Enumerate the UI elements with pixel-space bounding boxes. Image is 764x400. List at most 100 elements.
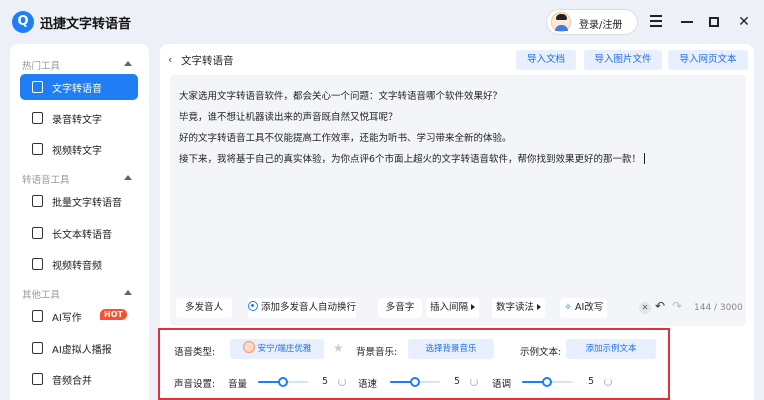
batch-icon bbox=[32, 195, 43, 207]
sidebar-item-label: AI写作 bbox=[52, 313, 82, 324]
editor-line: 好的文字转语音工具不仅能提高工作效率，还能为听书、学习带来全新的体验。 bbox=[179, 133, 512, 144]
ai-rewrite-label: AI改写 bbox=[575, 302, 604, 313]
auto-newline-label: 添加多发音人自动换行 bbox=[261, 302, 357, 313]
speed-slider[interactable] bbox=[390, 377, 440, 387]
video-icon bbox=[32, 143, 43, 155]
sidebar-item-label: 批量文字转语音 bbox=[52, 198, 122, 209]
bgm-select-button[interactable]: 选择背景音乐 bbox=[408, 339, 494, 359]
close-icon[interactable]: ✕ bbox=[734, 12, 754, 32]
collapse-caret-icon[interactable] bbox=[124, 290, 132, 295]
add-sample-text-button[interactable]: 添加示例文本 bbox=[566, 339, 656, 359]
bgm-label: 背景音乐: bbox=[356, 347, 398, 358]
sidebar-item-label: 录音转文字 bbox=[52, 115, 102, 126]
radio-selected-icon bbox=[248, 301, 258, 311]
ai-rewrite-button[interactable]: ✧ AI改写 bbox=[560, 298, 608, 318]
editor-line-last: 接下来，我将基于自己的真实体验，为你点评6个市面上超火的文字转语音软件，帮你找到… bbox=[179, 151, 646, 165]
collapse-caret-icon[interactable] bbox=[124, 61, 132, 66]
collapse-caret-icon[interactable] bbox=[124, 175, 132, 180]
sidebar-item-audio-merge[interactable]: 音频合并 bbox=[20, 366, 138, 392]
section-title-other-tools: 其他工具 bbox=[22, 290, 61, 301]
volume-slider[interactable] bbox=[258, 377, 308, 387]
speed-slider-knob[interactable] bbox=[410, 377, 420, 387]
sidebar: 热门工具 文字转语音 录音转文字 视频转文字 转语音工具 批量文字转语音 长文本… bbox=[10, 44, 149, 400]
editor-line: 毕竟，谁不想让机器读出来的声音既自然又悦耳呢？ bbox=[179, 112, 398, 123]
title-bar: Q 迅捷文字转语音 登录/注册 ✕ bbox=[0, 0, 764, 44]
sidebar-item-batch-tts[interactable]: 批量文字转语音 bbox=[20, 188, 138, 214]
pitch-label: 语调 bbox=[492, 379, 512, 390]
undo-icon[interactable]: ↶ bbox=[654, 300, 666, 312]
insert-pause-button[interactable]: 插入间隔 bbox=[426, 298, 480, 318]
login-label: 登录/注册 bbox=[579, 20, 623, 31]
sidebar-item-video-to-text[interactable]: 视频转文字 bbox=[20, 136, 138, 162]
sidebar-item-text-to-speech[interactable]: 文字转语音 bbox=[20, 74, 138, 100]
sidebar-item-video-to-audio[interactable]: 视频转音频 bbox=[20, 251, 138, 277]
speed-label: 语速 bbox=[358, 379, 378, 390]
speed-reset-icon[interactable] bbox=[470, 378, 478, 386]
pitch-slider-knob[interactable] bbox=[542, 377, 552, 387]
recording-icon bbox=[32, 112, 43, 124]
app-logo-icon: Q bbox=[12, 11, 34, 33]
voice-name: 安宁/端庄优雅 bbox=[257, 344, 312, 354]
pitch-slider[interactable] bbox=[522, 377, 572, 387]
voice-avatar-icon bbox=[242, 341, 255, 353]
login-button[interactable]: 登录/注册 bbox=[546, 9, 638, 35]
auto-newline-option[interactable]: 添加多发音人自动换行 bbox=[248, 298, 357, 318]
sample-text-label: 示例文本: bbox=[520, 347, 562, 358]
editor-line-text: 接下来，我将基于自己的真实体验，为你点评6个市面上超火的文字转语音软件，帮你找到… bbox=[179, 154, 642, 165]
import-image-button[interactable]: 导入图片文件 bbox=[584, 50, 662, 70]
sidebar-item-label: 视频转文字 bbox=[52, 146, 102, 157]
sidebar-item-ai-writing[interactable]: AI写作 HOT bbox=[20, 303, 138, 329]
volume-reset-icon[interactable] bbox=[338, 378, 346, 386]
sidebar-item-label: AI虚拟人播报 bbox=[52, 345, 112, 356]
sidebar-item-ai-virtual-anchor[interactable]: AI虚拟人播报 bbox=[20, 335, 138, 361]
sidebar-item-recording-to-text[interactable]: 录音转文字 bbox=[20, 105, 138, 131]
section-title-speech-tools: 转语音工具 bbox=[22, 175, 70, 186]
back-arrow-icon[interactable]: ‹ bbox=[168, 53, 172, 66]
sidebar-item-long-text-tts[interactable]: 长文本转语音 bbox=[20, 220, 138, 246]
number-reading-button[interactable]: 数字读法 bbox=[492, 298, 546, 318]
redo-icon[interactable]: ↷ bbox=[671, 300, 683, 312]
speed-value: 5 bbox=[454, 376, 461, 387]
polyphone-button[interactable]: 多音字 bbox=[378, 298, 422, 318]
menu-icon[interactable] bbox=[646, 12, 666, 32]
hot-badge: HOT bbox=[100, 309, 127, 320]
sidebar-item-label: 音频合并 bbox=[52, 376, 92, 387]
favorite-star-icon[interactable]: ★ bbox=[333, 341, 344, 355]
pitch-reset-icon[interactable] bbox=[604, 378, 612, 386]
minimize-icon[interactable] bbox=[677, 12, 697, 32]
voice-type-label: 语音类型: bbox=[174, 347, 216, 358]
import-webpage-button[interactable]: 导入网页文本 bbox=[668, 50, 748, 70]
text-cursor bbox=[644, 153, 646, 164]
multi-speaker-button[interactable]: 多发音人 bbox=[176, 298, 232, 318]
clear-icon[interactable]: ✕ bbox=[639, 302, 651, 314]
document-icon bbox=[32, 227, 43, 239]
sparkle-icon: ✧ bbox=[564, 302, 572, 313]
volume-value: 5 bbox=[322, 376, 329, 387]
section-title-hot-tools: 热门工具 bbox=[22, 61, 61, 72]
page-title: 文字转语音 bbox=[181, 55, 234, 67]
ai-writing-icon bbox=[32, 310, 43, 322]
sidebar-item-label: 文字转语音 bbox=[52, 84, 102, 95]
voice-select-button[interactable]: 安宁/端庄优雅 bbox=[230, 339, 324, 359]
audio-merge-icon bbox=[32, 373, 43, 385]
sidebar-item-label: 视频转音频 bbox=[52, 261, 102, 272]
app-title: 迅捷文字转语音 bbox=[40, 17, 132, 32]
volume-label: 音量 bbox=[228, 379, 248, 390]
sound-settings-label: 声音设置: bbox=[174, 379, 216, 390]
editor-line: 大家选用文字转语音软件，都会关心一个问题：文字转语音哪个软件效果好？ bbox=[179, 91, 503, 102]
video-audio-icon bbox=[32, 258, 43, 270]
character-counter: 144 / 3000 bbox=[694, 303, 743, 313]
pitch-value: 5 bbox=[588, 376, 595, 387]
maximize-icon[interactable] bbox=[704, 12, 724, 32]
sidebar-item-label: 长文本转语音 bbox=[52, 230, 112, 241]
number-reading-label: 数字读法 bbox=[496, 302, 535, 313]
user-avatar-icon bbox=[551, 12, 571, 32]
voice-settings-panel: 语音类型: 安宁/端庄优雅 ★ 背景音乐: 选择背景音乐 示例文本: 添加示例文… bbox=[158, 328, 670, 400]
caret-right-icon bbox=[471, 304, 476, 310]
text-to-speech-icon bbox=[32, 81, 43, 93]
text-editor[interactable]: 大家选用文字转语音软件，都会关心一个问题：文字转语音哪个软件效果好？ 毕竟，谁不… bbox=[170, 75, 746, 326]
insert-pause-label: 插入间隔 bbox=[430, 302, 469, 313]
volume-slider-knob[interactable] bbox=[278, 377, 288, 387]
virtual-anchor-icon bbox=[32, 342, 43, 354]
import-document-button[interactable]: 导入文档 bbox=[516, 50, 576, 70]
